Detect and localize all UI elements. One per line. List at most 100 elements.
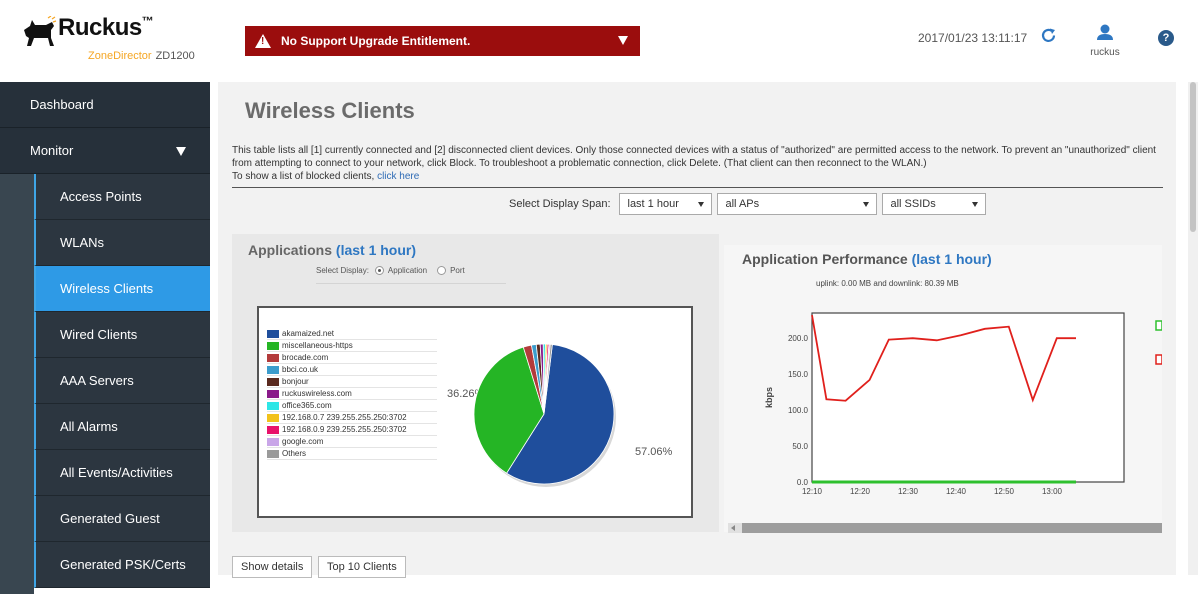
legend-item: bbci.co.uk <box>267 364 437 376</box>
sidebar-item-label: Wireless Clients <box>60 281 154 296</box>
pie-svg <box>473 343 616 487</box>
legend-swatch <box>267 377 279 386</box>
pie-legend: akamaized.net miscellaneous-https brocade.… <box>267 328 437 460</box>
port-radio[interactable] <box>437 266 447 275</box>
ssid-select-value: all SSIDs <box>890 198 936 210</box>
sidebar-item-all-alarms[interactable]: All Alarms <box>34 404 210 450</box>
sidebar-item-monitor[interactable]: Monitor <box>0 128 210 174</box>
plot-area <box>811 312 1125 483</box>
dog-logo-icon <box>24 16 57 46</box>
ap-select[interactable]: all APs <box>716 193 877 215</box>
performance-title-text: Application Performance <box>742 251 908 267</box>
legend-swatch <box>267 401 279 410</box>
system-datetime: 2017/01/23 13:11:17 <box>918 31 1028 45</box>
application-radio-label: Application <box>387 266 428 275</box>
applications-title-span: (last 1 hour) <box>335 242 417 258</box>
brand-name: Ruckus™ <box>58 14 154 41</box>
sidebar-item-access-points[interactable]: Access Points <box>34 174 210 220</box>
sidebar: Dashboard Monitor Access Points WLANs Wi… <box>0 82 210 594</box>
refresh-icon[interactable] <box>1040 27 1057 44</box>
legend-swatch <box>267 329 279 338</box>
scrollbar-thumb[interactable] <box>1190 82 1196 232</box>
chevron-down-icon[interactable] <box>618 36 628 45</box>
display-span-label: Select Display Span: <box>509 198 611 210</box>
sidebar-item-label: AAA Servers <box>60 373 134 388</box>
legend-label: miscellaneous-https <box>282 341 353 350</box>
ssid-select[interactable]: all SSIDs <box>881 193 986 215</box>
user-menu[interactable]: ruckus <box>1085 24 1125 64</box>
performance-title-span: (last 1 hour) <box>911 251 992 267</box>
legend-swatch <box>267 353 279 362</box>
legend-label: ruckuswireless.com <box>282 389 352 398</box>
y-tick-label: 150.0 <box>788 370 809 379</box>
y-tick-label: 100.0 <box>788 406 809 415</box>
x-tick-label: 12:20 <box>850 487 871 496</box>
scrollbar-thumb[interactable] <box>742 523 1162 533</box>
user-icon <box>1097 24 1113 40</box>
sidebar-item-label: Monitor <box>30 143 74 158</box>
ap-select-value: all APs <box>725 198 760 210</box>
legend-item: 192.168.0.9 239.255.255.250:3702 <box>267 424 437 436</box>
top-header: Ruckus™ ZoneDirectorZD1200 No Support Up… <box>0 0 1198 82</box>
legend-item: ruckuswireless.com <box>267 388 437 400</box>
legend-label: brocade.com <box>282 353 329 362</box>
legend-item: akamaized.net <box>267 328 437 340</box>
sidebar-item-generated-guest[interactable]: Generated Guest <box>34 496 210 542</box>
sidebar-item-label: Access Points <box>60 189 142 204</box>
sidebar-item-label: Generated PSK/Certs <box>60 557 186 572</box>
legend-item: Others <box>267 448 437 460</box>
legend-swatch <box>267 389 279 398</box>
page-scrollbar[interactable] <box>1188 82 1198 575</box>
x-tick-label: 13:00 <box>1042 487 1063 496</box>
display-mode-selector: Select Display: Application Port <box>316 266 506 284</box>
legend-swatch <box>267 365 279 374</box>
sidebar-item-label: WLANs <box>60 235 105 250</box>
legend-item: 192.168.0.7 239.255.255.250:3702 <box>267 412 437 424</box>
help-icon[interactable]: ? <box>1158 30 1174 46</box>
description-text: This table lists all [1] currently conne… <box>232 145 1156 169</box>
sidebar-item-dashboard[interactable]: Dashboard <box>0 82 210 128</box>
blocked-clients-text: To show a list of blocked clients, <box>232 171 378 182</box>
legend-swatch <box>267 437 279 446</box>
legend-item: miscellaneous-https <box>267 340 437 352</box>
page-title: Wireless Clients <box>245 98 415 123</box>
sidebar-item-wlans[interactable]: WLANs <box>34 220 210 266</box>
page-description: This table lists all [1] currently conne… <box>232 144 1162 183</box>
filter-bar: Select Display Span: last 1 hour all APs… <box>509 193 991 215</box>
chevron-down-icon <box>971 202 978 207</box>
legend-label: bbci.co.uk <box>282 365 319 374</box>
sidebar-item-label: Dashboard <box>30 97 94 112</box>
ruckus-logo[interactable]: Ruckus™ ZoneDirector ZD1200 <box>20 10 220 70</box>
sidebar-item-wired-clients[interactable]: Wired Clients <box>34 312 210 358</box>
display-span-select[interactable]: last 1 hour <box>618 193 712 215</box>
legend-label: google.com <box>282 437 324 446</box>
support-alert-banner[interactable]: No Support Upgrade Entitlement. <box>245 26 640 56</box>
chevron-down-icon <box>862 202 869 207</box>
sidebar-item-wireless-clients[interactable]: Wireless Clients <box>34 266 210 312</box>
sidebar-item-generated-psk[interactable]: Generated PSK/Certs <box>34 542 210 588</box>
legend-item: office365.com <box>267 400 437 412</box>
blocked-clients-link[interactable]: click here <box>377 171 419 182</box>
username: ruckus <box>1090 47 1120 58</box>
port-radio-label: Port <box>450 266 465 275</box>
main-content: Wireless Clients This table lists all [1… <box>218 82 1176 578</box>
sidebar-item-all-events[interactable]: All Events/Activities <box>34 450 210 496</box>
downlink-legend-marker[interactable] <box>1155 354 1162 365</box>
scroll-left-icon[interactable] <box>731 525 735 531</box>
legend-item: bonjour <box>267 376 437 388</box>
uplink-legend-marker[interactable] <box>1155 320 1162 331</box>
sidebar-item-label: Generated Guest <box>60 511 160 526</box>
warning-icon <box>255 34 271 48</box>
application-radio[interactable] <box>374 266 384 275</box>
applications-panel: Applications (last 1 hour) Select Displa… <box>232 234 719 532</box>
applications-title: Applications (last 1 hour) <box>248 242 416 258</box>
legend-swatch <box>267 413 279 422</box>
chart-scrollbar[interactable] <box>728 523 1162 533</box>
sidebar-item-aaa-servers[interactable]: AAA Servers <box>34 358 210 404</box>
product-name: ZoneDirector ZD1200 <box>88 50 195 62</box>
submenu-indent-bar <box>0 174 34 594</box>
pie-data-label: 57.06% <box>635 446 673 458</box>
y-tick-label: 50.0 <box>792 442 808 451</box>
x-tick-label: 12:30 <box>898 487 919 496</box>
performance-summary: uplink: 0.00 MB and downlink: 80.39 MB <box>816 279 959 288</box>
